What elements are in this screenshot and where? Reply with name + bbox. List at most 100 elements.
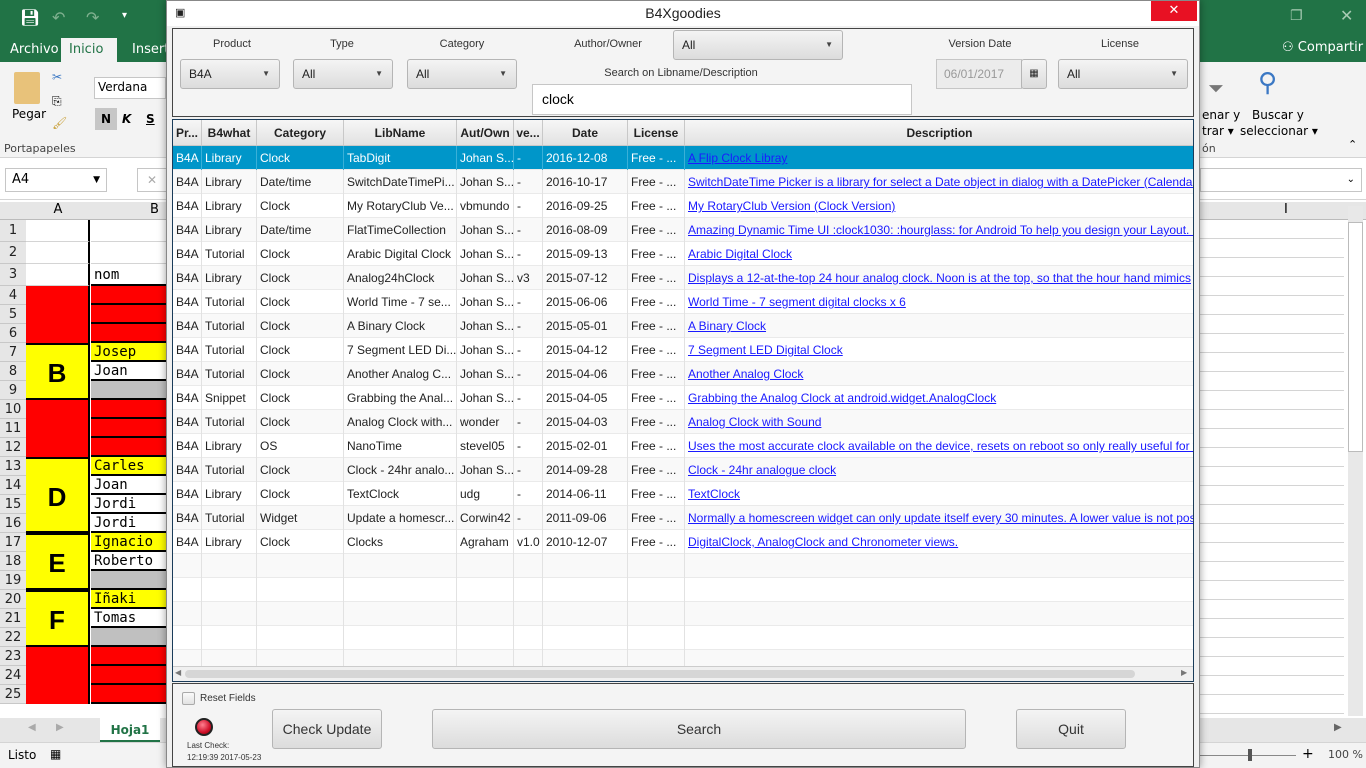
description-link[interactable]: Arabic Digital Clock: [685, 242, 1193, 266]
row-header[interactable]: 13: [0, 457, 26, 476]
column-header[interactable]: Pr...: [173, 120, 202, 146]
row-header[interactable]: 15: [0, 495, 26, 514]
column-header[interactable]: ve...: [514, 120, 543, 146]
description-link[interactable]: A Flip Clock Libray: [685, 146, 1193, 170]
name-box[interactable]: A4 ▼: [5, 168, 107, 192]
cell-b[interactable]: [91, 220, 166, 242]
column-header[interactable]: Aut/Own: [457, 120, 514, 146]
column-header[interactable]: Description: [685, 120, 1193, 146]
underline-button[interactable]: S: [146, 108, 155, 130]
cell-a[interactable]: [26, 666, 90, 685]
cut-icon[interactable]: ✂: [52, 70, 62, 84]
row-header[interactable]: 4: [0, 286, 26, 305]
table-row[interactable]: B4A Library Clock TextClock udg -2014-06-11 Fr…: [173, 482, 1193, 506]
license-select[interactable]: All ▼: [1058, 59, 1188, 89]
column-header[interactable]: Category: [257, 120, 344, 146]
version-date-input[interactable]: 06/01/2017: [936, 59, 1022, 89]
row-header[interactable]: 12: [0, 438, 26, 457]
expand-formula-icon[interactable]: ⌄: [1200, 168, 1362, 192]
format-painter-icon[interactable]: 🖌︎: [52, 116, 67, 130]
quit-button[interactable]: Quit: [1016, 709, 1126, 749]
sheet-tab-hoja1[interactable]: Hoja1: [100, 718, 160, 742]
horizontal-scrollbar[interactable]: ◀ ▶: [173, 666, 1193, 681]
share-button[interactable]: ⚇ Compartir: [1282, 40, 1363, 55]
sort-label-2[interactable]: trar ▾: [1202, 124, 1234, 138]
merged-group-cell[interactable]: E: [26, 533, 90, 590]
table-row[interactable]: B4A Snippet Clock Grabbing the Anal... Johan…: [173, 386, 1193, 410]
description-link[interactable]: DigitalClock, AnalogClock and Chronomete…: [685, 530, 1193, 554]
redo-icon[interactable]: ↷: [86, 8, 99, 27]
column-header[interactable]: LibName: [344, 120, 457, 146]
paste-label[interactable]: Pegar: [12, 107, 46, 121]
description-link[interactable]: SwitchDateTime Picker is a library for s…: [685, 170, 1193, 194]
description-link[interactable]: Analog Clock with Sound: [685, 410, 1193, 434]
zoom-in-icon[interactable]: +: [1302, 746, 1314, 762]
table-row[interactable]: B4A Tutorial Clock Clock - 24hr analo... Joh…: [173, 458, 1193, 482]
col-header-b[interactable]: B: [150, 202, 159, 217]
macro-icon[interactable]: ▦: [50, 747, 61, 761]
cell-a[interactable]: [26, 438, 90, 457]
row-header[interactable]: 3: [0, 264, 26, 286]
description-link[interactable]: Grabbing the Analog Clock at android.wid…: [685, 386, 1193, 410]
cell-a[interactable]: [26, 400, 90, 419]
table-row[interactable]: B4A Library Clock My RotaryClub Ve... vbmund…: [173, 194, 1193, 218]
table-row[interactable]: B4A Tutorial Widget Update a homescr... Corw…: [173, 506, 1193, 530]
cell-b[interactable]: [91, 305, 166, 324]
description-link[interactable]: World Time - 7 segment digital clocks x …: [685, 290, 1193, 314]
table-row[interactable]: B4A Tutorial Clock Another Analog C... Johan…: [173, 362, 1193, 386]
description-link[interactable]: Clock - 24hr analogue clock: [685, 458, 1193, 482]
row-header[interactable]: 9: [0, 381, 26, 400]
scroll-right-icon[interactable]: ▶: [1181, 668, 1187, 677]
cell-a[interactable]: [26, 419, 90, 438]
cell-b[interactable]: [91, 419, 166, 438]
scroll-right-icon[interactable]: ▶: [1334, 722, 1342, 733]
zoom-handle[interactable]: [1248, 749, 1252, 761]
cell-b[interactable]: [91, 628, 166, 647]
paste-icon[interactable]: [14, 72, 40, 104]
prev-sheet-icon[interactable]: ◀: [28, 722, 36, 733]
find-label[interactable]: Buscar y: [1252, 108, 1304, 122]
column-header[interactable]: License: [628, 120, 685, 146]
cell-b[interactable]: [91, 438, 166, 457]
product-select[interactable]: B4A ▼: [180, 59, 280, 89]
column-header[interactable]: B4what: [202, 120, 257, 146]
check-update-button[interactable]: Check Update: [272, 709, 382, 749]
row-header[interactable]: 23: [0, 647, 26, 666]
table-row[interactable]: B4A Tutorial Clock Analog Clock with... wond…: [173, 410, 1193, 434]
cell-b[interactable]: [91, 571, 166, 590]
merged-group-cell[interactable]: B: [26, 343, 90, 400]
description-link[interactable]: TextClock: [685, 482, 1193, 506]
close-button[interactable]: ✕: [1151, 1, 1197, 21]
row-header[interactable]: 25: [0, 685, 26, 704]
sort-label[interactable]: enar y: [1202, 108, 1240, 122]
cell-b[interactable]: [91, 647, 166, 666]
cell-a[interactable]: [26, 305, 90, 324]
description-link[interactable]: My RotaryClub Version (Clock Version): [685, 194, 1193, 218]
row-header[interactable]: 14: [0, 476, 26, 495]
cell-b[interactable]: Iñaki: [91, 590, 166, 609]
description-link[interactable]: Uses the most accurate clock available o…: [685, 434, 1193, 458]
collapse-ribbon-icon[interactable]: ⌃: [1348, 138, 1357, 151]
row-header[interactable]: 24: [0, 666, 26, 685]
table-row[interactable]: B4A Library Date/time FlatTimeCollection Joh…: [173, 218, 1193, 242]
table-row[interactable]: B4A Library OS NanoTime stevel05-2015-02-01 F…: [173, 434, 1193, 458]
cell-b[interactable]: Jordi: [91, 495, 166, 514]
description-link[interactable]: Amazing Dynamic Time UI :clock1030: :hou…: [685, 218, 1193, 242]
cell-b[interactable]: [91, 381, 166, 400]
row-header[interactable]: 6: [0, 324, 26, 343]
table-row[interactable]: B4A Tutorial Clock World Time - 7 se... Joha…: [173, 290, 1193, 314]
search-icon[interactable]: ⚲: [1258, 68, 1277, 98]
close-icon[interactable]: ✕: [1340, 6, 1353, 25]
next-sheet-icon[interactable]: ▶: [56, 722, 64, 733]
bold-button[interactable]: N: [95, 108, 117, 130]
row-header[interactable]: 7: [0, 343, 26, 362]
row-header[interactable]: 2: [0, 242, 26, 264]
description-link[interactable]: A Binary Clock: [685, 314, 1193, 338]
cell-b[interactable]: [91, 242, 166, 264]
font-name-box[interactable]: Verdana: [94, 77, 166, 99]
cell-b[interactable]: [91, 666, 166, 685]
row-header[interactable]: 21: [0, 609, 26, 628]
row-header[interactable]: 8: [0, 362, 26, 381]
cell-b[interactable]: Joan: [91, 476, 166, 495]
cell-b[interactable]: Carles: [91, 457, 166, 476]
